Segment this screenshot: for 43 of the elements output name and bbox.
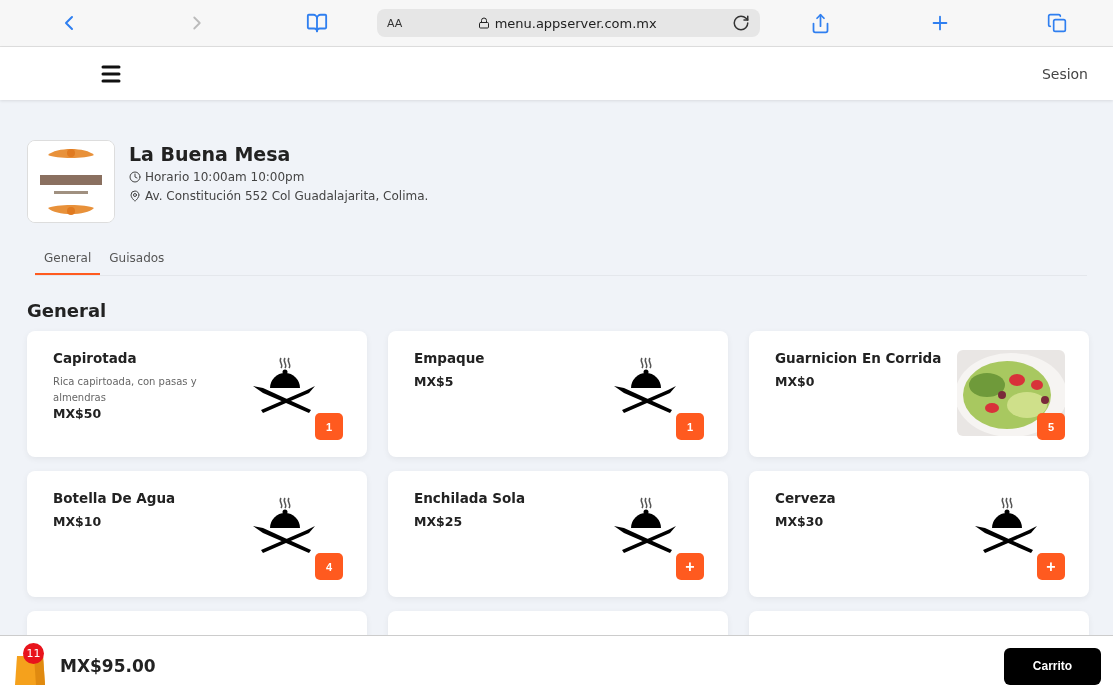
item-description: Rica capirtoada, con pasas y almendras bbox=[53, 375, 198, 405]
menu-item-card[interactable]: Empaque MX$5 1 bbox=[388, 331, 728, 457]
clock-icon bbox=[129, 171, 141, 183]
cloche-cutlery-icon bbox=[612, 356, 678, 414]
item-name: Guarnicion En Corrida bbox=[775, 350, 942, 366]
lock-icon bbox=[477, 17, 490, 29]
item-name: Botella De Agua bbox=[53, 490, 176, 506]
bookmarks-icon[interactable] bbox=[306, 12, 328, 34]
item-price: MX$10 bbox=[53, 514, 103, 529]
menu-item-card[interactable]: Guarnicion En Corrida MX$0 5 bbox=[749, 331, 1089, 457]
restaurant-name: La Buena Mesa bbox=[129, 143, 292, 165]
section-title: General bbox=[27, 300, 108, 321]
menu-item-card[interactable]: Enchilada Sola MX$25 + bbox=[388, 471, 728, 597]
menu-item-card[interactable]: Cerveza MX$30 + bbox=[749, 471, 1089, 597]
category-tab[interactable]: Guisados bbox=[100, 245, 174, 275]
tabs-icon[interactable] bbox=[1046, 13, 1067, 33]
item-price: MX$25 bbox=[414, 514, 464, 529]
item-price: MX$0 bbox=[775, 374, 816, 389]
url-text: menu.appserver.com.mx bbox=[494, 15, 657, 31]
opening-hours: Horario 10:00am 10:00pm bbox=[145, 170, 305, 184]
item-name: Cerveza bbox=[775, 490, 836, 506]
session-link[interactable]: Sesion bbox=[1041, 65, 1088, 82]
reload-icon[interactable] bbox=[732, 14, 750, 32]
cart-count-badge: 11 bbox=[23, 643, 44, 664]
text-size-button[interactable]: AA bbox=[387, 16, 403, 30]
address-bar[interactable]: AA menu.appserver.com.mx bbox=[377, 9, 760, 37]
item-price: MX$50 bbox=[53, 406, 103, 421]
cart-button[interactable]: Carrito bbox=[1004, 647, 1101, 685]
cloche-cutlery-icon bbox=[251, 356, 317, 414]
menu-item-card[interactable]: Capirotada Rica capirtoada, con pasas y almendras MX$50 1 bbox=[27, 331, 367, 457]
location-pin-icon bbox=[129, 190, 141, 202]
item-name: Capirotada bbox=[53, 350, 138, 366]
address: Av. Constitución 552 Col Guadalajarita, Colima. bbox=[145, 189, 429, 203]
item-price: MX$30 bbox=[775, 514, 825, 529]
cloche-cutlery-icon bbox=[612, 496, 678, 554]
cloche-cutlery-icon bbox=[251, 496, 317, 554]
category-tab[interactable]: General bbox=[35, 245, 101, 275]
cloche-cutlery-icon bbox=[973, 496, 1039, 554]
item-name: Empaque bbox=[414, 350, 485, 366]
menu-item-card[interactable]: Botella De Agua MX$10 4 bbox=[27, 471, 367, 597]
item-name: Enchilada Sola bbox=[414, 490, 526, 506]
item-price: MX$5 bbox=[414, 374, 455, 389]
cart-total: MX$95.00 bbox=[60, 656, 156, 676]
